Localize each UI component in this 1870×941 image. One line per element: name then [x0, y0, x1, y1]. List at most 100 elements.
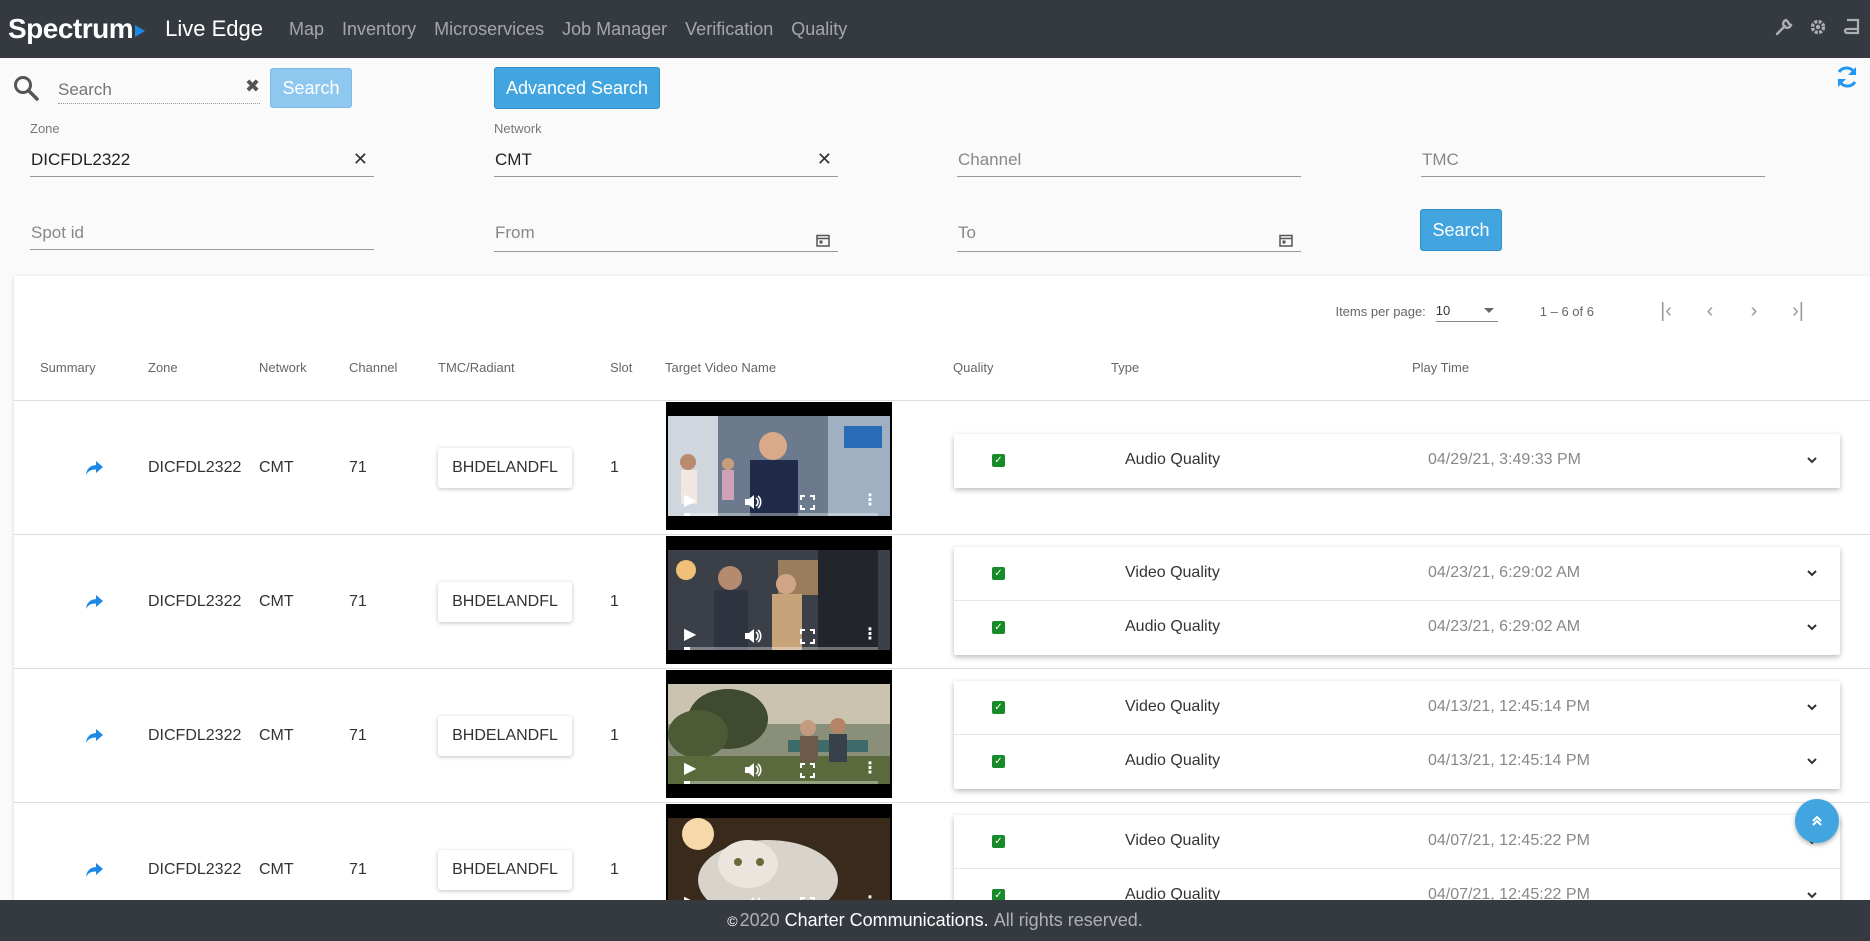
tmc-button[interactable]: BHDELANDFL: [438, 448, 572, 488]
chevron-down-icon[interactable]: [1806, 567, 1818, 579]
header-type[interactable]: Type: [1111, 360, 1139, 375]
more-options-icon[interactable]: ⋮: [862, 490, 878, 510]
fullscreen-icon[interactable]: [800, 495, 815, 510]
volume-icon[interactable]: [744, 494, 762, 510]
tmc-button[interactable]: BHDELANDFL: [438, 850, 572, 890]
header-quality[interactable]: Quality: [953, 360, 993, 375]
video-progress-bar[interactable]: [684, 513, 878, 516]
spot-id-field[interactable]: Spot id: [30, 214, 374, 250]
header-summary[interactable]: Summary: [40, 360, 96, 375]
scroll-to-top-button[interactable]: [1795, 799, 1839, 843]
video-progress-bar[interactable]: [684, 647, 878, 650]
quality-item[interactable]: ✓ Video Quality 04/23/21, 6:29:02 AM: [954, 547, 1840, 601]
more-options-icon[interactable]: ⋮: [862, 624, 878, 644]
brand[interactable]: Spectrum Live Edge: [8, 13, 263, 45]
share-arrow-icon[interactable]: [84, 593, 104, 611]
chevron-down-icon[interactable]: [1806, 621, 1818, 633]
more-options-icon[interactable]: ⋮: [862, 758, 878, 778]
cell-channel: 71: [349, 593, 367, 610]
last-page-icon[interactable]: ›|: [1786, 299, 1810, 323]
from-date-field[interactable]: From: [494, 216, 838, 252]
cell-channel: 71: [349, 727, 367, 744]
quality-item[interactable]: ✓ Audio Quality 04/13/21, 12:45:14 PM: [954, 735, 1840, 789]
quick-search-button[interactable]: Search: [270, 68, 352, 108]
cell-network: CMT: [259, 727, 294, 744]
next-page-icon[interactable]: ›: [1742, 299, 1766, 323]
video-player[interactable]: ▶ ⋮: [666, 670, 892, 798]
chevron-down-icon[interactable]: [1806, 701, 1818, 713]
video-progress-bar[interactable]: [684, 781, 878, 784]
quality-item[interactable]: ✓ Video Quality 04/07/21, 12:45:22 PM: [954, 815, 1840, 869]
quality-item[interactable]: ✓ Audio Quality 04/29/21, 3:49:33 PM: [954, 434, 1840, 488]
table-row: DICFDL2322 CMT 71 BHDELANDFL 1 ▶ ⋮ ✓ Vid…: [14, 803, 1870, 900]
video-player[interactable]: ▶ ⋮: [666, 402, 892, 530]
cell-network: CMT: [259, 459, 294, 476]
previous-page-icon[interactable]: ‹: [1698, 299, 1722, 323]
tmc-field[interactable]: TMC: [1421, 141, 1765, 177]
header-slot[interactable]: Slot: [610, 360, 632, 375]
caret-down-icon: [1483, 308, 1494, 313]
nav-link-verification[interactable]: Verification: [685, 19, 773, 40]
nav-link-quality[interactable]: Quality: [791, 19, 847, 40]
play-icon[interactable]: ▶: [684, 624, 696, 644]
header-network[interactable]: Network: [259, 360, 307, 375]
share-arrow-icon[interactable]: [84, 861, 104, 879]
fullscreen-icon[interactable]: [800, 763, 815, 778]
network-field[interactable]: Network CMT ✕: [494, 121, 838, 177]
volume-icon[interactable]: [744, 762, 762, 778]
gear-icon[interactable]: [1808, 16, 1828, 38]
brand-logo[interactable]: Spectrum: [8, 13, 134, 45]
app-title[interactable]: Live Edge: [165, 16, 263, 42]
to-date-field[interactable]: To: [957, 216, 1301, 252]
share-arrow-icon[interactable]: [84, 459, 104, 477]
video-player[interactable]: ▶ ⋮: [666, 804, 892, 900]
chevron-down-icon[interactable]: [1806, 889, 1818, 900]
quick-search-clear-icon[interactable]: ✖: [245, 76, 260, 97]
spot-id-placeholder: Spot id: [31, 223, 84, 242]
nav-link-job-manager[interactable]: Job Manager: [562, 19, 667, 40]
tmc-button[interactable]: BHDELANDFL: [438, 716, 572, 756]
header-channel[interactable]: Channel: [349, 360, 397, 375]
header-tmc[interactable]: TMC/Radiant: [438, 360, 515, 375]
chevron-down-icon[interactable]: [1806, 454, 1818, 466]
nav-link-inventory[interactable]: Inventory: [342, 19, 416, 40]
channel-field[interactable]: Channel: [957, 141, 1301, 177]
fullscreen-icon[interactable]: [800, 629, 815, 644]
video-thumbnail: [668, 550, 890, 650]
volume-icon[interactable]: [744, 628, 762, 644]
play-icon[interactable]: ▶: [684, 758, 696, 778]
zone-field[interactable]: Zone DICFDL2322 ✕: [30, 121, 374, 177]
header-zone[interactable]: Zone: [148, 360, 178, 375]
nav-link-map[interactable]: Map: [289, 19, 324, 40]
more-options-icon[interactable]: ⋮: [862, 892, 878, 900]
quality-item[interactable]: ✓ Video Quality 04/13/21, 12:45:14 PM: [954, 681, 1840, 735]
advanced-search-button[interactable]: Advanced Search: [494, 67, 660, 109]
items-per-page-select[interactable]: 10: [1435, 300, 1498, 322]
quality-item[interactable]: ✓ Audio Quality 04/23/21, 6:29:02 AM: [954, 601, 1840, 655]
cell-slot: 1: [610, 861, 619, 878]
nav-link-microservices[interactable]: Microservices: [434, 19, 544, 40]
calendar-icon[interactable]: [816, 233, 830, 247]
quality-item[interactable]: ✓ Audio Quality 04/07/21, 12:45:22 PM: [954, 869, 1840, 900]
play-icon[interactable]: ▶: [684, 490, 696, 510]
book-icon[interactable]: [1842, 16, 1862, 38]
network-clear-icon[interactable]: ✕: [817, 149, 832, 170]
advanced-search-submit-button[interactable]: Search: [1420, 209, 1502, 251]
tmc-button[interactable]: BHDELANDFL: [438, 582, 572, 622]
network-value[interactable]: CMT: [495, 150, 532, 170]
zone-value[interactable]: DICFDL2322: [31, 150, 130, 170]
wrench-icon[interactable]: [1774, 16, 1794, 38]
first-page-icon[interactable]: |‹: [1654, 299, 1678, 323]
quick-search-input[interactable]: [58, 72, 260, 104]
header-play-time[interactable]: Play Time: [1412, 360, 1469, 375]
refresh-icon[interactable]: [1834, 64, 1860, 90]
share-arrow-icon[interactable]: [84, 727, 104, 745]
calendar-icon[interactable]: [1279, 233, 1293, 247]
video-thumbnail: [668, 416, 890, 516]
header-target-video-name[interactable]: Target Video Name: [665, 360, 776, 375]
cell-slot: 1: [610, 727, 619, 744]
chevron-down-icon[interactable]: [1806, 755, 1818, 767]
play-icon[interactable]: ▶: [684, 892, 696, 900]
zone-clear-icon[interactable]: ✕: [353, 149, 368, 170]
video-player[interactable]: ▶ ⋮: [666, 536, 892, 664]
